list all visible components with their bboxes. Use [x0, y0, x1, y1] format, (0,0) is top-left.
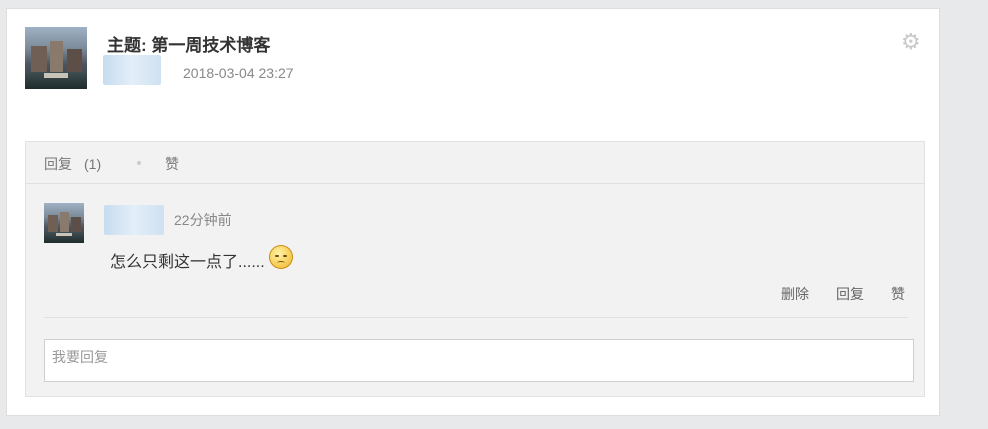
reply-count: (1) — [84, 156, 102, 172]
avatar-image-part — [43, 72, 69, 78]
gear-icon[interactable]: ⚙ — [901, 31, 923, 53]
comment-like-button[interactable]: 赞 — [891, 284, 905, 304]
commenter-avatar[interactable] — [44, 203, 84, 243]
reply-section: 回复 (1) 赞 22分钟前 怎么只剩这一点了...... 删除 回复 赞 我要回… — [25, 141, 925, 397]
separator-dot — [137, 161, 141, 165]
post-timestamp: 2018-03-04 23:27 — [183, 65, 294, 81]
emoji-mouth — [276, 261, 285, 265]
worried-face-icon — [268, 245, 293, 269]
avatar-image-part — [71, 217, 81, 233]
comment-reply-button[interactable]: 回复 — [836, 284, 864, 304]
reply-tab-label: 回复 — [44, 156, 72, 172]
like-tab[interactable]: 赞 — [165, 154, 179, 174]
reply-tab-bar: 回复 (1) 赞 — [26, 142, 924, 184]
divider — [44, 317, 908, 318]
author-name-blurred[interactable] — [103, 55, 161, 85]
comment-time: 22分钟前 — [174, 212, 232, 228]
avatar-image-part — [67, 48, 83, 74]
avatar-image-part — [31, 45, 47, 74]
commenter-name-blurred[interactable] — [104, 205, 164, 235]
comment-body: 怎么只剩这一点了...... — [110, 254, 265, 271]
avatar-image-part — [49, 40, 64, 75]
avatar-image-part — [48, 215, 58, 233]
reply-input[interactable]: 我要回复 — [44, 339, 914, 382]
comment-text: 怎么只剩这一点了...... — [110, 245, 293, 272]
post-title: 主题: 第一周技术博客 — [107, 36, 271, 55]
post-card: 主题: 第一周技术博客 2018-03-04 23:27 ⚙ 回复 (1) 赞 2… — [6, 8, 940, 416]
avatar-image-part — [56, 232, 72, 236]
delete-button[interactable]: 删除 — [781, 284, 809, 304]
avatar-image-part — [60, 211, 69, 234]
reply-count-tab[interactable]: 回复 (1) — [44, 154, 101, 174]
author-avatar[interactable] — [25, 27, 87, 89]
